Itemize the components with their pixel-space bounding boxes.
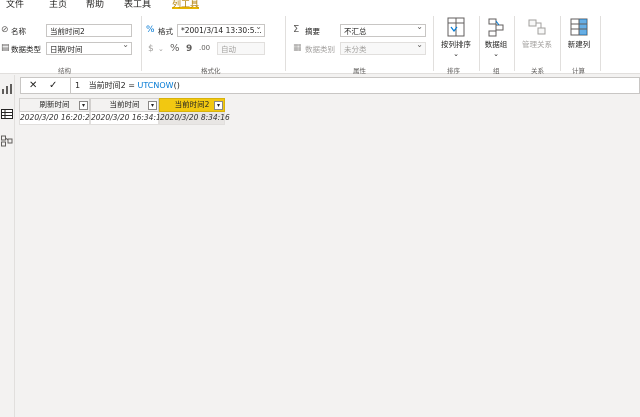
menu-file[interactable]: 文件 <box>6 0 24 10</box>
group-divider <box>600 16 601 71</box>
menu-table-tools[interactable]: 表工具 <box>124 0 151 10</box>
sort-by-column-label: 按列排序 <box>441 40 471 49</box>
manage-relationships-label: 管理关系 <box>522 40 552 49</box>
sigma-icon: Σ <box>293 24 300 35</box>
column-filter-icon[interactable]: ▾ <box>148 101 157 110</box>
datatype-select[interactable]: 日期/时间 <box>46 42 132 55</box>
relationships-caption: 关系 <box>531 67 544 75</box>
formula-function: UTCNOW <box>137 81 174 90</box>
category-label: 数据类别 <box>305 45 335 54</box>
summary-label: 摘要 <box>305 27 320 36</box>
group-divider <box>285 16 286 71</box>
column-header-label: 刷新时间 <box>39 100 70 109</box>
name-input[interactable]: 当前时间2 <box>46 24 132 37</box>
formula-bar: ✕ ✓ 1 当前时间2 = UTCNOW() <box>20 77 640 94</box>
new-column-label: 新建列 <box>567 40 591 49</box>
model-view-icon[interactable] <box>1 135 13 147</box>
view-switcher <box>0 75 15 417</box>
format-label: 格式 <box>158 27 173 36</box>
datatype-icon: ▤ <box>1 43 10 53</box>
currency-dropdown-icon[interactable]: ⌄ <box>158 44 164 54</box>
report-view-icon[interactable] <box>1 83 13 95</box>
format-caption: 格式化 <box>201 67 221 75</box>
sort-by-column-button[interactable]: 按列排序 ⌄ <box>437 17 475 58</box>
column-header-label: 当前时间 <box>109 100 140 109</box>
menu-home[interactable]: 主页 <box>49 0 67 10</box>
percent-icon[interactable]: % <box>170 44 180 54</box>
table-cell[interactable]: 2020/3/20 16:34:16 <box>90 112 166 125</box>
structure-caption: 结构 <box>58 67 71 75</box>
groups-caption: 组 <box>493 67 500 75</box>
group-divider <box>479 16 480 71</box>
currency-icon[interactable]: $ <box>148 44 154 54</box>
category-icon: ▦ <box>293 43 302 53</box>
formula-prefix: 当前时间2 = <box>88 81 138 90</box>
group-divider <box>141 16 142 71</box>
table-cell[interactable]: 2020/3/20 16:20:24 <box>19 112 95 125</box>
data-groups-icon <box>488 18 504 37</box>
column-filter-icon[interactable]: ▾ <box>79 101 88 110</box>
sort-caption: 排序 <box>447 67 460 75</box>
comma-icon[interactable]: 9 <box>186 44 192 54</box>
table-cell[interactable]: 2020/3/20 8:34:16 <box>159 112 230 125</box>
new-column-icon <box>570 18 588 36</box>
new-column-button[interactable]: 新建列 <box>563 17 595 50</box>
tag-icon: ⊘ <box>1 25 9 35</box>
manage-relationships-button[interactable]: 管理关系 <box>518 17 556 50</box>
data-view-icon[interactable] <box>1 108 13 120</box>
cancel-formula-icon[interactable]: ✕ <box>29 80 37 91</box>
data-groups-button[interactable]: 数据组 ⌄ <box>482 17 510 58</box>
datatype-label: 数据类型 <box>11 45 41 54</box>
formula-input[interactable]: 1 当前时间2 = UTCNOW() <box>75 80 180 91</box>
column-header-current-time[interactable]: 当前时间 ▾ <box>90 98 159 112</box>
sort-dropdown-icon: ⌄ <box>453 50 459 58</box>
formula-line-number: 1 <box>75 81 81 90</box>
data-groups-label: 数据组 <box>484 40 508 49</box>
decimal-places-input[interactable]: 自动 <box>217 42 265 55</box>
group-divider <box>560 16 561 71</box>
sort-by-column-icon <box>447 17 465 37</box>
relationships-icon <box>528 19 546 35</box>
formula-divider <box>70 78 71 93</box>
ribbon: ⊘ 名称 当前时间2 ▤ 数据类型 日期/时间 结构 % 格式 *2001/3/… <box>0 12 640 75</box>
name-label: 名称 <box>11 27 26 36</box>
group-divider <box>514 16 515 71</box>
column-header-refresh-time[interactable]: 刷新时间 ▾ <box>19 98 90 112</box>
summary-select[interactable]: 不汇总 <box>340 24 426 37</box>
properties-caption: 属性 <box>353 67 366 75</box>
calc-caption: 计算 <box>572 67 585 75</box>
column-header-current-time-2[interactable]: 当前时间2 ▾ <box>159 98 225 112</box>
format-select[interactable]: *2001/3/14 13:30:5... <box>177 24 265 37</box>
menu-bar: 文件 主页 帮助 表工具 列工具 <box>0 0 640 12</box>
commit-formula-icon[interactable]: ✓ <box>49 80 57 91</box>
group-divider <box>433 16 434 71</box>
column-filter-icon[interactable]: ▾ <box>214 101 223 110</box>
format-icon: % <box>146 25 155 35</box>
menu-help[interactable]: 帮助 <box>86 0 104 10</box>
menu-column-tools[interactable]: 列工具 <box>172 0 200 10</box>
formula-suffix: () <box>173 81 180 90</box>
decimal-icon[interactable]: .00 <box>199 43 210 53</box>
category-select[interactable]: 未分类 <box>340 42 426 55</box>
groups-dropdown-icon: ⌄ <box>493 50 499 58</box>
column-header-label: 当前时间2 <box>174 100 210 109</box>
